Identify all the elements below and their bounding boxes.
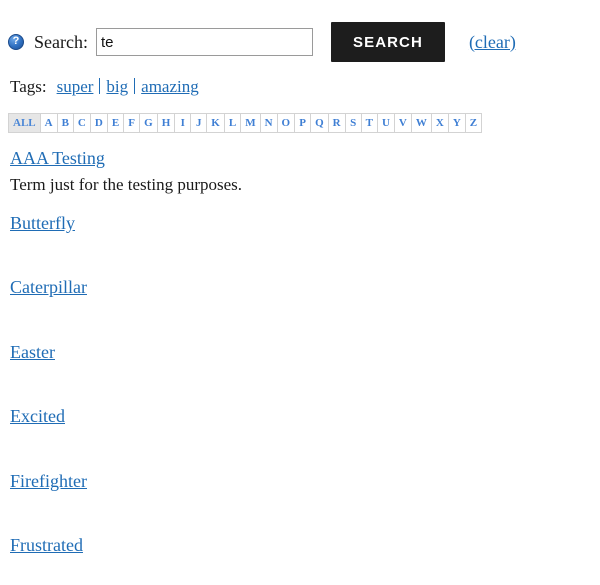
alphabet-filter-bar: ALL A B C D E F G H I J K L M N O P Q R S T U V W X Y Z [8,113,600,133]
alphabet-filter-j[interactable]: J [191,113,208,133]
alphabet-filter-t[interactable]: T [361,113,378,133]
result-item: Caterpillar [10,276,600,327]
tags-label: Tags: [10,77,47,96]
alphabet-filter-v[interactable]: V [394,113,412,133]
alphabet-filter-g[interactable]: G [140,113,158,133]
alphabet-filter-w[interactable]: W [411,113,432,133]
result-item: Firefighter [10,470,600,521]
alphabet-filter-r[interactable]: R [328,113,346,133]
alphabet-filter-z[interactable]: Z [465,113,483,133]
result-item: AAA Testing Term just for the testing pur… [10,147,600,198]
result-title-link[interactable]: Butterfly [10,212,75,235]
alphabet-filter-n[interactable]: N [260,113,278,133]
result-title-link[interactable]: Caterpillar [10,276,87,299]
result-title-link[interactable]: AAA Testing [10,147,105,170]
result-title-link[interactable]: Easter [10,341,55,364]
alphabet-filter-h[interactable]: H [157,113,176,133]
alphabet-filter-q[interactable]: Q [311,113,329,133]
alphabet-filter-f[interactable]: F [124,113,141,133]
help-question-glyph: ? [12,35,20,47]
result-description [10,301,600,327]
tag-link[interactable]: super [53,77,98,96]
tag-link[interactable]: amazing [137,77,203,96]
clear-search-link[interactable]: (clear) [469,32,516,53]
alphabet-filter-p[interactable]: P [295,113,312,133]
alphabet-filter-l[interactable]: L [224,113,242,133]
tag-separator [99,78,101,94]
help-question-icon[interactable]: ? [8,34,24,50]
search-label: Search: [34,31,88,52]
alphabet-filter-a[interactable]: A [40,113,58,133]
alphabet-filter-d[interactable]: D [90,113,108,133]
alphabet-filter-i[interactable]: I [175,113,192,133]
result-description [10,559,600,585]
tag-separator [134,78,136,94]
alphabet-filter-x[interactable]: X [431,113,449,133]
result-description [10,365,600,391]
alphabet-filter-m[interactable]: M [241,113,261,133]
alphabet-filter-s[interactable]: S [345,113,362,133]
search-button[interactable]: SEARCH [330,22,445,62]
result-title-link[interactable]: Frustrated [10,534,83,557]
result-item: Excited [10,405,600,456]
tags-row: Tags: super big amazing [0,62,600,95]
result-description [10,236,600,262]
search-toolbar: ? Search: SEARCH (clear) [0,0,600,62]
result-description [10,430,600,456]
alphabet-filter-b[interactable]: B [57,113,74,133]
alphabet-filter-u[interactable]: U [377,113,395,133]
alphabet-filter-k[interactable]: K [207,113,225,133]
result-description [10,494,600,520]
search-input[interactable] [95,28,313,56]
result-item: Butterfly [10,212,600,263]
result-description: Term just for the testing purposes. [10,174,243,194]
tag-link[interactable]: big [102,77,132,96]
alphabet-filter-all[interactable]: ALL [9,113,41,133]
alphabet-filter-o[interactable]: O [277,113,296,133]
result-title-link[interactable]: Firefighter [10,470,87,493]
alphabet-filter-y[interactable]: Y [448,113,466,133]
results-list: AAA Testing Term just for the testing pur… [0,147,600,585]
result-title-link[interactable]: Excited [10,405,65,428]
tags-list: super big amazing [53,76,203,95]
alphabet-filter-e[interactable]: E [107,113,125,133]
result-item: Easter [10,341,600,392]
alphabet-filter-c[interactable]: C [73,113,91,133]
result-item: Frustrated [10,534,600,585]
